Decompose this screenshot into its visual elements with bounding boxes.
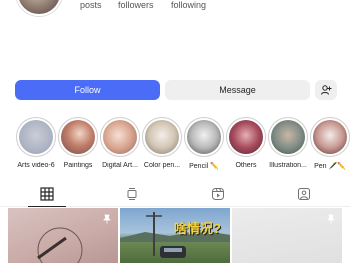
highlight-cover-image bbox=[103, 120, 137, 154]
posts-label[interactable]: posts bbox=[80, 0, 102, 10]
feed-icon bbox=[127, 188, 137, 200]
highlight-ring bbox=[16, 117, 56, 157]
tab-posts-grid[interactable] bbox=[39, 186, 55, 202]
highlight-color-pen[interactable]: Color pen... bbox=[142, 117, 182, 169]
highlight-ring bbox=[58, 117, 98, 157]
highlight-illustration[interactable]: Illustration... bbox=[268, 117, 308, 169]
highlight-label: Pen 🖋️✏️ bbox=[314, 163, 346, 170]
highlight-cover-image bbox=[19, 120, 53, 154]
grid-icon bbox=[40, 187, 54, 201]
highlight-ring bbox=[100, 117, 140, 157]
highlight-ring bbox=[184, 117, 224, 157]
tab-videos[interactable] bbox=[210, 186, 226, 202]
message-button-label: Message bbox=[219, 85, 256, 95]
highlight-label: Pencil ✏️ bbox=[189, 163, 219, 170]
post-tile[interactable] bbox=[232, 208, 342, 263]
highlight-cover-image bbox=[187, 120, 221, 154]
highlight-label: Others bbox=[235, 162, 257, 169]
active-tab-indicator bbox=[28, 206, 66, 207]
highlight-ring bbox=[226, 117, 266, 157]
highlight-label: Paintings bbox=[63, 162, 93, 169]
highlight-cover-image bbox=[61, 120, 95, 154]
pinned-icon bbox=[103, 214, 111, 224]
add-person-icon bbox=[321, 85, 332, 95]
highlight-label: Arts video-6 bbox=[17, 162, 55, 169]
highlight-label: Color pen... bbox=[143, 162, 181, 169]
reels-icon bbox=[212, 188, 224, 200]
tab-reels[interactable] bbox=[124, 186, 140, 202]
highlight-cover-image bbox=[145, 120, 179, 154]
highlight-label: Illustration... bbox=[269, 162, 307, 169]
post-tile[interactable] bbox=[8, 208, 118, 263]
follow-button-label: Follow bbox=[74, 85, 101, 95]
highlight-others[interactable]: Others bbox=[226, 117, 266, 169]
highlight-ring bbox=[268, 117, 308, 157]
highlight-cover-image bbox=[229, 120, 263, 154]
highlight-pencil[interactable]: Pencil ✏️ bbox=[184, 117, 224, 170]
highlight-pen[interactable]: Pen 🖋️✏️ bbox=[310, 117, 350, 170]
highlight-cover-image bbox=[271, 120, 305, 154]
highlight-paintings[interactable]: Paintings bbox=[58, 117, 98, 169]
highlight-ring bbox=[142, 117, 182, 157]
highlight-arts-video[interactable]: Arts video-6 bbox=[16, 117, 56, 169]
suggested-users-button[interactable] bbox=[315, 80, 337, 100]
highlight-ring bbox=[310, 117, 350, 157]
pinned-icon bbox=[327, 214, 335, 224]
followers-label[interactable]: followers bbox=[118, 0, 154, 10]
post-overlay-caption: 啥情况? bbox=[174, 221, 221, 236]
following-label[interactable]: following bbox=[171, 0, 206, 10]
highlight-label: Digital Art... bbox=[102, 162, 138, 169]
highlight-cover-image bbox=[313, 120, 347, 154]
message-button[interactable]: Message bbox=[165, 80, 310, 100]
tab-tagged[interactable] bbox=[296, 186, 312, 202]
highlight-digital-art[interactable]: Digital Art... bbox=[100, 117, 140, 169]
post-tile[interactable]: 啥情况? bbox=[120, 208, 230, 263]
profile-avatar[interactable] bbox=[16, 0, 62, 16]
follow-button[interactable]: Follow bbox=[15, 80, 160, 100]
tagged-person-icon bbox=[298, 188, 310, 200]
